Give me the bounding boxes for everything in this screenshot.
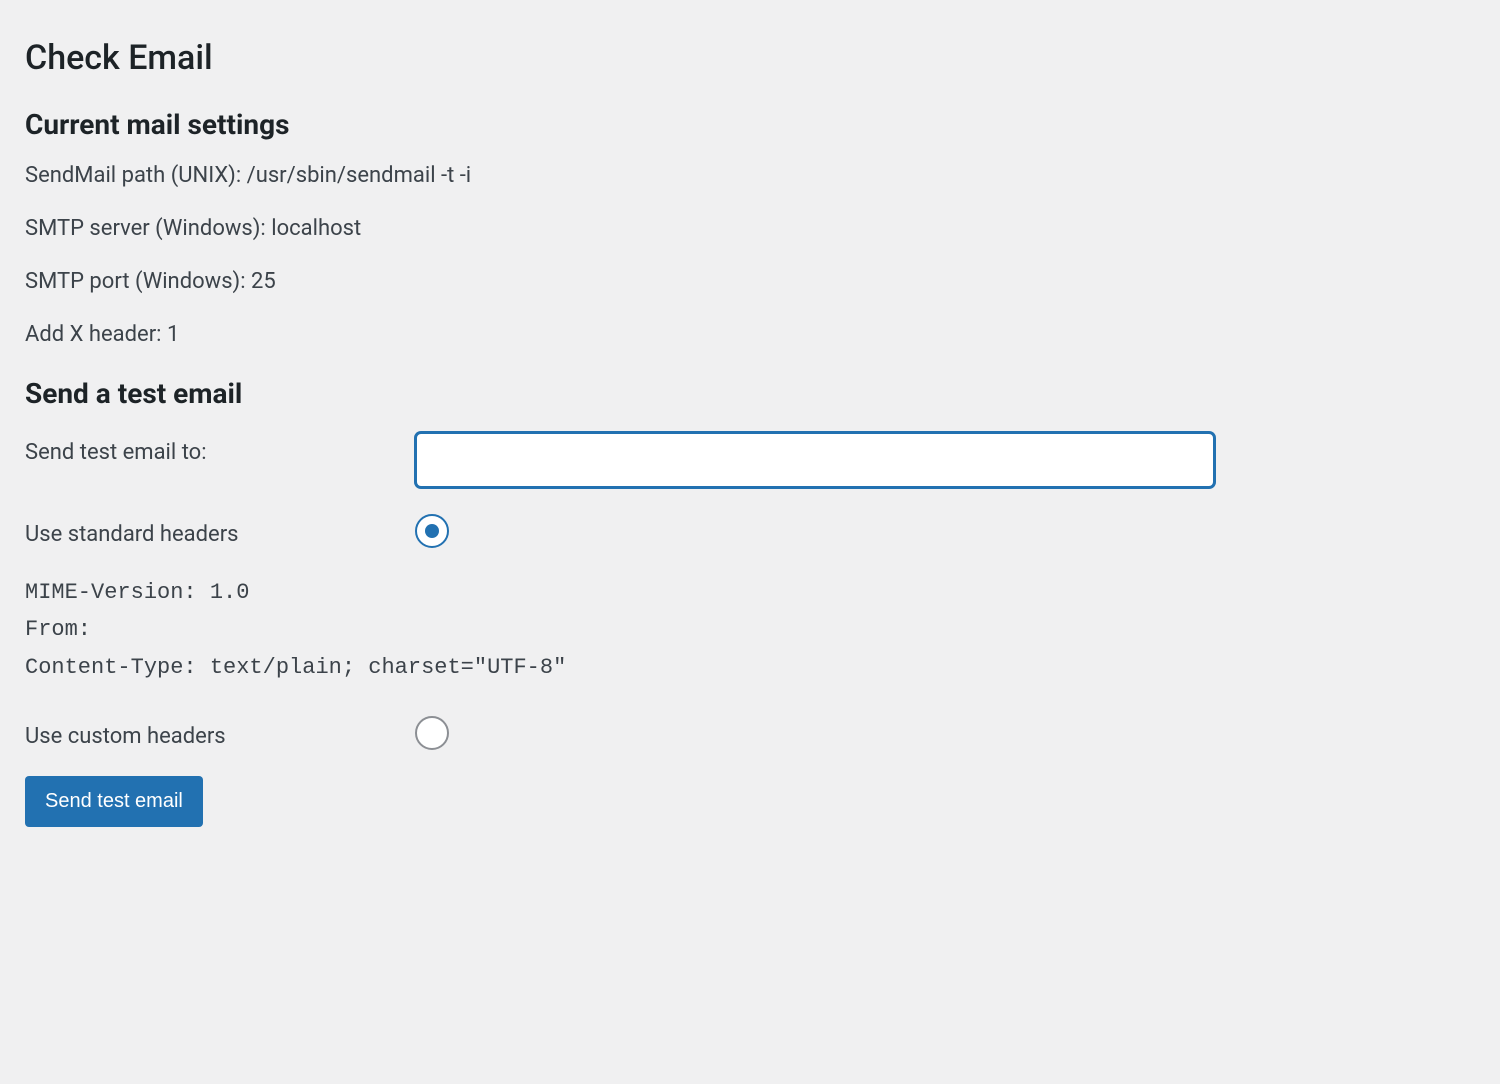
xheader-line: Add X header: 1 <box>25 322 1255 347</box>
smtp-server-label: SMTP server (Windows): <box>25 216 266 241</box>
smtp-port-line: SMTP port (Windows): 25 <box>25 269 1255 294</box>
send-test-email-heading: Send a test email <box>25 377 1255 410</box>
smtp-port-value: 25 <box>251 269 276 294</box>
sendmail-path-value: /usr/sbin/sendmail -t -i <box>247 163 472 188</box>
custom-headers-label: Use custom headers <box>25 716 415 749</box>
custom-headers-radio[interactable] <box>415 716 449 750</box>
send-to-label: Send test email to: <box>25 432 415 465</box>
standard-headers-radio[interactable] <box>415 514 449 548</box>
custom-headers-row: Use custom headers <box>25 716 1255 750</box>
xheader-value: 1 <box>167 322 179 347</box>
sendmail-path-line: SendMail path (UNIX): /usr/sbin/sendmail… <box>25 163 1255 188</box>
smtp-server-value: localhost <box>271 216 361 241</box>
page-wrap: Check Email Current mail settings SendMa… <box>0 0 1280 867</box>
smtp-server-line: SMTP server (Windows): localhost <box>25 216 1255 241</box>
xheader-label: Add X header: <box>25 322 161 347</box>
standard-headers-row: Use standard headers <box>25 514 1255 548</box>
sendmail-path-label: SendMail path (UNIX): <box>25 163 241 188</box>
send-test-email-button[interactable]: Send test email <box>25 776 203 827</box>
smtp-port-label: SMTP port (Windows): <box>25 269 246 294</box>
standard-headers-preview: MIME-Version: 1.0 From: Content-Type: te… <box>25 574 1255 686</box>
send-to-input[interactable] <box>415 432 1215 488</box>
send-to-row: Send test email to: <box>25 432 1255 488</box>
page-title: Check Email <box>25 38 1255 78</box>
standard-headers-label: Use standard headers <box>25 514 415 547</box>
current-mail-settings-heading: Current mail settings <box>25 108 1255 141</box>
